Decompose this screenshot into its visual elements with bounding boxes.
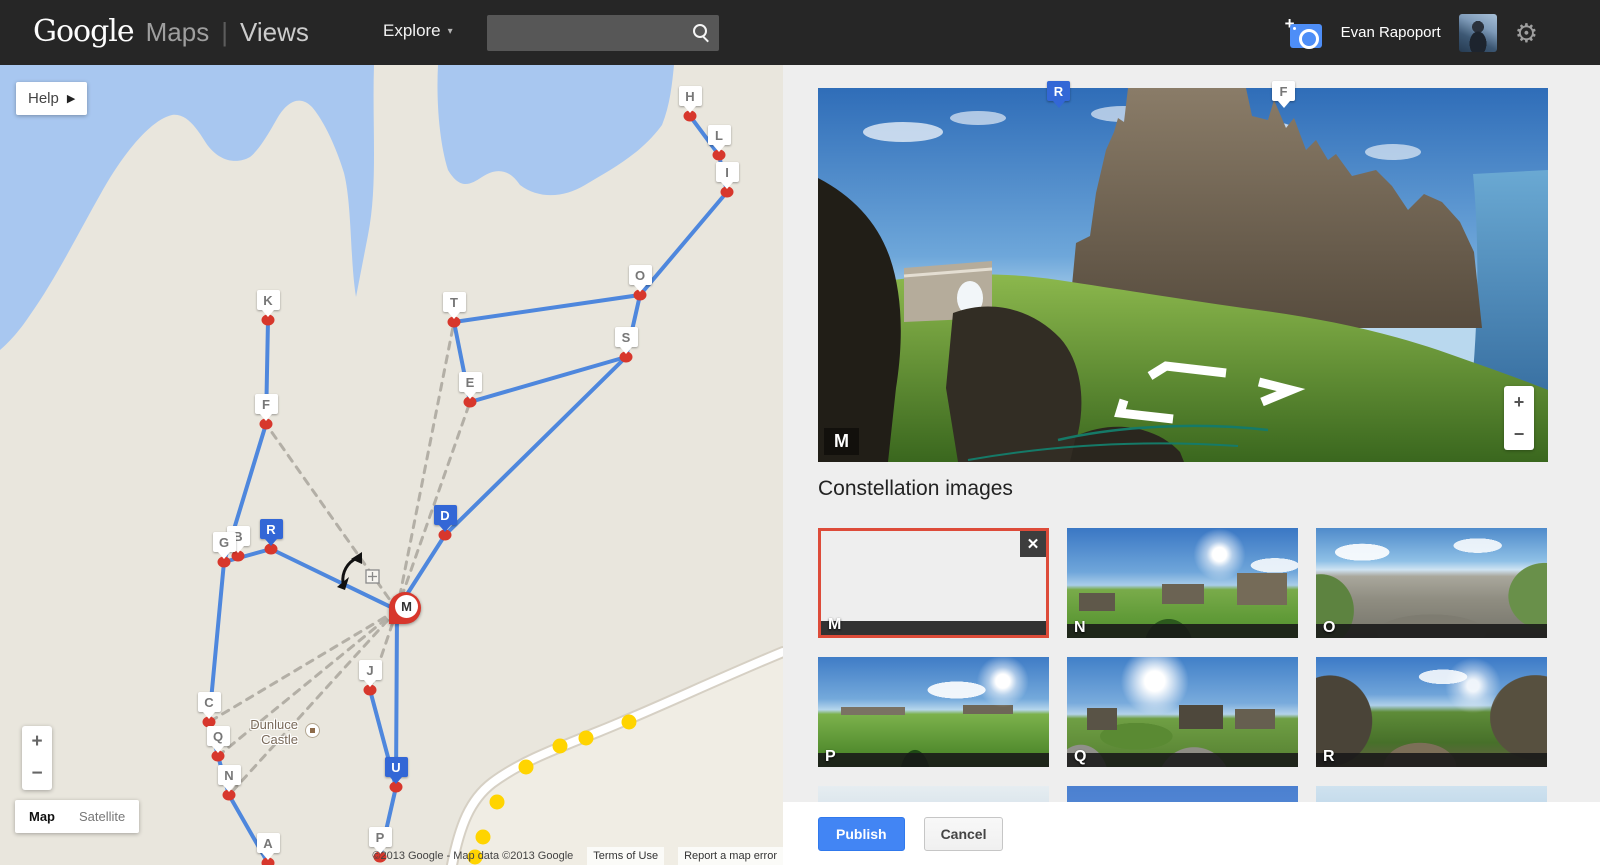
current-marker-label: M bbox=[395, 595, 418, 618]
thumbnail-strip bbox=[1067, 624, 1298, 638]
map-marker-o[interactable]: O bbox=[628, 265, 652, 292]
thumbnail-label: M bbox=[828, 616, 842, 633]
play-arrow-icon: ▶ bbox=[66, 93, 76, 105]
constellation-thumbnail-m[interactable]: M ✕ bbox=[818, 528, 1049, 638]
constellation-thumbnail-n[interactable]: N bbox=[1067, 528, 1298, 638]
close-icon[interactable]: ✕ bbox=[1020, 531, 1046, 557]
map-marker-h[interactable]: H bbox=[678, 86, 702, 113]
constellation-editor: RF M + − Constellation images M ✕ N O P Q R Pu… bbox=[783, 65, 1600, 865]
map-marker-q[interactable]: Q bbox=[206, 726, 230, 753]
camera-icon bbox=[1289, 23, 1322, 49]
thumbnail-image bbox=[821, 531, 1046, 635]
thumbnail-label: N bbox=[1074, 619, 1086, 636]
top-right-cluster: + Evan Rapoport ⚙ bbox=[1285, 0, 1538, 65]
thumbnail-image bbox=[818, 657, 1049, 767]
map-marker-a[interactable]: A bbox=[256, 833, 280, 860]
map-type-satellite[interactable]: Satellite bbox=[67, 800, 139, 833]
map-marker-s[interactable]: S bbox=[614, 327, 638, 354]
map-marker-n[interactable]: N bbox=[217, 765, 241, 792]
help-label: Help bbox=[28, 90, 59, 107]
pano-marker-r[interactable]: R bbox=[1047, 81, 1070, 108]
terms-link[interactable]: Terms of Use bbox=[587, 847, 665, 865]
map-marker-l[interactable]: L bbox=[707, 125, 731, 152]
help-button[interactable]: Help ▶ bbox=[16, 82, 88, 115]
map-marker-t[interactable]: T bbox=[442, 292, 466, 319]
thumbnail-image bbox=[1067, 528, 1298, 638]
thumbnail-label: O bbox=[1323, 619, 1336, 636]
pano-zoom-control: + − bbox=[1504, 386, 1534, 450]
map-marker-k[interactable]: K bbox=[256, 290, 280, 317]
add-photosphere-button[interactable]: + bbox=[1285, 14, 1323, 49]
map-marker-e[interactable]: E bbox=[458, 372, 482, 399]
logo-divider: | bbox=[221, 17, 228, 47]
thumbnail-label: R bbox=[1323, 748, 1335, 765]
avatar[interactable] bbox=[1458, 13, 1497, 52]
map-marker-d[interactable]: D bbox=[433, 505, 457, 532]
gear-icon[interactable]: ⚙ bbox=[1515, 20, 1538, 46]
search-box bbox=[487, 15, 719, 51]
thumbnail-strip bbox=[1316, 624, 1547, 638]
map-zoom-in-button[interactable]: + bbox=[22, 726, 52, 758]
report-error-link[interactable]: Report a map error bbox=[678, 847, 783, 865]
action-bar: Publish Cancel bbox=[783, 802, 1600, 865]
thumbnail-image bbox=[1316, 528, 1547, 638]
app-logo[interactable]: Google Maps | Views bbox=[33, 14, 309, 49]
bay-shape bbox=[437, 65, 674, 196]
map-marker-p[interactable]: P bbox=[368, 827, 392, 854]
castle-poi-icon[interactable] bbox=[305, 723, 320, 738]
map-marker-j[interactable]: J bbox=[358, 660, 382, 687]
move-grid-icon bbox=[365, 569, 380, 584]
current-marker-m[interactable]: M bbox=[389, 592, 421, 624]
constellation-thumbnail-r[interactable]: R bbox=[1316, 657, 1547, 767]
pano-zoom-out-button[interactable]: − bbox=[1504, 418, 1534, 450]
rotate-handle-icon bbox=[337, 552, 362, 590]
thumbnail-label: Q bbox=[1074, 748, 1087, 765]
place-label: Dunluce Castle bbox=[250, 717, 298, 747]
pano-marker-f[interactable]: F bbox=[1272, 81, 1295, 108]
thumbnail-strip bbox=[1067, 753, 1298, 767]
map-marker-f[interactable]: F bbox=[254, 394, 278, 421]
explore-menu[interactable]: Explore ▾ bbox=[383, 21, 453, 41]
map-type-map[interactable]: Map bbox=[15, 800, 67, 833]
pano-zoom-in-button[interactable]: + bbox=[1504, 386, 1534, 418]
thumbnail-label: P bbox=[825, 748, 836, 765]
map-zoom-control: + − bbox=[22, 726, 52, 790]
map-marker-i[interactable]: I bbox=[715, 162, 739, 189]
pano-current-label: M bbox=[824, 428, 859, 455]
views-logo-text: Views bbox=[239, 17, 309, 47]
map-type-toggle: Map Satellite bbox=[15, 800, 140, 833]
thumbnail-strip bbox=[818, 753, 1049, 767]
panorama-scene bbox=[818, 88, 1548, 462]
panorama-viewer[interactable]: R F M + − bbox=[818, 81, 1548, 462]
map-marker-c[interactable]: C bbox=[197, 692, 221, 719]
map-marker-u[interactable]: U bbox=[384, 757, 408, 784]
thumbnail-strip bbox=[821, 621, 1046, 635]
user-name: Evan Rapoport bbox=[1340, 24, 1441, 41]
thumbnail-strip bbox=[1316, 753, 1547, 767]
constellation-thumbnail-q[interactable]: Q bbox=[1067, 657, 1298, 767]
map-attribution: ©2013 Google - Map data ©2013 Google Ter… bbox=[372, 847, 783, 865]
search-input[interactable] bbox=[487, 25, 688, 41]
map-marker-g[interactable]: G bbox=[212, 532, 236, 559]
publish-button[interactable]: Publish bbox=[818, 816, 905, 851]
copyright-text: ©2013 Google - Map data ©2013 Google bbox=[372, 850, 574, 862]
google-logo: Google bbox=[33, 14, 135, 49]
map-canvas[interactable]: HLIOSKTEFDBGRCQNJUPA M Help ▶ + − Map Sa… bbox=[0, 65, 783, 865]
thumbnail-image bbox=[1316, 657, 1547, 767]
chevron-down-icon: ▾ bbox=[447, 25, 453, 37]
constellation-thumbnail-p[interactable]: P bbox=[818, 657, 1049, 767]
cancel-button[interactable]: Cancel bbox=[923, 816, 1004, 851]
map-zoom-out-button[interactable]: − bbox=[22, 758, 52, 790]
thumbnail-image bbox=[1067, 657, 1298, 767]
maps-logo-text: Maps bbox=[145, 17, 210, 47]
top-bar: Google Maps | Views Explore ▾ + Evan Rap… bbox=[0, 0, 1600, 65]
section-heading: Constellation images bbox=[818, 477, 1013, 500]
search-icon[interactable] bbox=[688, 20, 713, 46]
map-graphics bbox=[0, 65, 783, 865]
constellation-thumbnail-o[interactable]: O bbox=[1316, 528, 1547, 638]
map-marker-r[interactable]: R bbox=[259, 519, 283, 546]
explore-label: Explore bbox=[383, 21, 441, 40]
